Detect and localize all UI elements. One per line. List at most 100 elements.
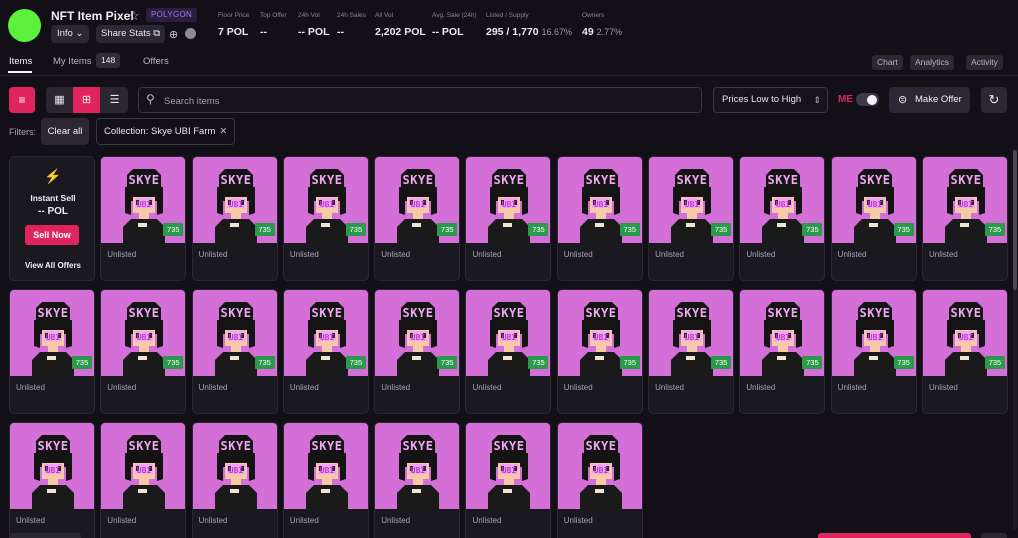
nft-card[interactable]: SKYE UBI 735 Unlisted: [100, 289, 187, 414]
rarity-badge: 735: [619, 356, 640, 369]
listing-status: Unlisted: [472, 516, 502, 525]
nft-card[interactable]: SKYE UBI 735 Unlisted: [556, 156, 643, 281]
bottom-right-button[interactable]: [981, 533, 1007, 538]
listing-status: Unlisted: [472, 383, 502, 392]
nft-card[interactable]: SKYE UBI 735 Unlisted: [739, 156, 826, 281]
filter-icon: ≡: [18, 93, 26, 107]
listing-status: Unlisted: [746, 383, 776, 392]
nft-card[interactable]: SKYE UBI Unlisted: [9, 422, 95, 538]
discord-icon[interactable]: [185, 28, 196, 39]
clear-all-button[interactable]: Clear all: [41, 118, 89, 145]
svg-text:UBI: UBI: [320, 466, 335, 475]
nft-card[interactable]: SKYE UBI 735 Unlisted: [830, 156, 917, 281]
listing-status: Unlisted: [198, 250, 228, 259]
svg-text:SKYE: SKYE: [494, 439, 525, 453]
listing-status: Unlisted: [928, 250, 958, 259]
tab-offers[interactable]: Offers: [143, 56, 169, 67]
globe-icon[interactable]: ⊕: [169, 28, 178, 41]
nft-card[interactable]: SKYE UBI 735 Unlisted: [282, 289, 369, 414]
list-view-button[interactable]: ☰: [101, 87, 128, 113]
nft-card[interactable]: SKYE UBI 735 Unlisted: [282, 156, 369, 281]
tab-items[interactable]: Items: [9, 56, 32, 67]
nft-card[interactable]: SKYE UBI Unlisted: [556, 422, 643, 538]
bottom-primary-button[interactable]: [818, 533, 971, 538]
refresh-button[interactable]: ↻: [981, 87, 1007, 113]
tab-analytics[interactable]: Analytics: [910, 55, 955, 70]
view-all-offers-link[interactable]: View All Offers: [10, 261, 96, 270]
grid-large-icon: ▦: [54, 94, 65, 106]
my-items-count-badge: 148: [96, 53, 121, 68]
stat-value: -- POL: [298, 26, 330, 38]
listing-status: Unlisted: [472, 250, 502, 259]
svg-text:SKYE: SKYE: [311, 173, 342, 187]
nft-card[interactable]: SKYE UBI 735 Unlisted: [100, 156, 187, 281]
tab-chart[interactable]: Chart: [872, 55, 903, 70]
nft-card[interactable]: SKYE UBI 735 Unlisted: [465, 289, 552, 414]
tab-activity[interactable]: Activity: [966, 55, 1003, 70]
sort-select[interactable]: Prices Low to High ⇕: [713, 87, 828, 113]
listing-status: Unlisted: [563, 383, 593, 392]
collection-name: NFT Item Pixel: [51, 9, 134, 23]
svg-text:SKYE: SKYE: [585, 173, 616, 187]
svg-text:SKYE: SKYE: [220, 439, 251, 453]
bottom-left-button[interactable]: [9, 533, 81, 538]
nft-image: SKYE UBI: [557, 423, 642, 509]
listing-status: Unlisted: [107, 250, 137, 259]
nft-card[interactable]: SKYE UBI 735 Unlisted: [374, 289, 461, 414]
divider: [0, 75, 1018, 76]
search-input[interactable]: [164, 94, 684, 108]
share-stats-button[interactable]: Share Stats ⧉: [96, 25, 166, 43]
svg-text:SKYE: SKYE: [768, 306, 799, 320]
rarity-badge: 735: [437, 356, 458, 369]
close-icon[interactable]: ✕: [219, 126, 227, 137]
nft-card[interactable]: SKYE UBI 735 Unlisted: [648, 289, 735, 414]
stat-all-vol: All Vol 2,202 POL: [375, 12, 426, 38]
star-icon[interactable]: ☆: [128, 8, 140, 24]
rarity-badge: 735: [163, 356, 184, 369]
svg-text:SKYE: SKYE: [129, 439, 160, 453]
nft-card[interactable]: SKYE UBI 735 Unlisted: [921, 156, 1008, 281]
instant-sell-card: ⚡ Instant Sell -- POL Sell Now View All …: [9, 156, 95, 281]
nft-card[interactable]: SKYE UBI Unlisted: [100, 422, 187, 538]
nft-card[interactable]: SKYE UBI 735 Unlisted: [556, 289, 643, 414]
scroll-thumb[interactable]: [1013, 150, 1017, 290]
rarity-badge: 735: [893, 223, 914, 236]
small-grid-view-button[interactable]: ⊞: [73, 87, 100, 113]
collection-filter-chip[interactable]: Collection: Skye UBI Farm ✕: [96, 118, 236, 145]
nft-card[interactable]: SKYE UBI 735 Unlisted: [374, 156, 461, 281]
items-grid: ⚡ Instant Sell -- POL Sell Now View All …: [9, 156, 1009, 538]
nft-card[interactable]: SKYE UBI Unlisted: [191, 422, 278, 538]
nft-card[interactable]: SKYE UBI Unlisted: [282, 422, 369, 538]
nft-card[interactable]: SKYE UBI Unlisted: [465, 422, 552, 538]
stat-label: Avg. Sale (24h): [432, 12, 477, 19]
instant-sell-title: Instant Sell: [30, 193, 76, 203]
sell-now-button[interactable]: Sell Now: [25, 225, 79, 245]
info-button[interactable]: Info ⌄: [51, 25, 90, 43]
svg-text:SKYE: SKYE: [859, 306, 890, 320]
filter-toggle-button[interactable]: ≡: [9, 87, 35, 113]
nft-card[interactable]: SKYE UBI 735 Unlisted: [191, 289, 278, 414]
scrollbar[interactable]: [1013, 150, 1017, 530]
nft-card[interactable]: SKYE UBI 735 Unlisted: [648, 156, 735, 281]
sort-value: Prices Low to High: [722, 94, 802, 105]
nft-card[interactable]: SKYE UBI 735 Unlisted: [9, 289, 95, 414]
rarity-badge: 735: [984, 223, 1005, 236]
tab-my-items[interactable]: My Items: [53, 56, 92, 67]
nft-card[interactable]: SKYE UBI 735 Unlisted: [739, 289, 826, 414]
nft-card[interactable]: SKYE UBI 735 Unlisted: [465, 156, 552, 281]
nft-card[interactable]: SKYE UBI 735 Unlisted: [921, 289, 1008, 414]
nft-card[interactable]: SKYE UBI 735 Unlisted: [191, 156, 278, 281]
stat-value: 49 2.77%: [582, 26, 622, 38]
nft-card[interactable]: SKYE UBI 735 Unlisted: [830, 289, 917, 414]
nft-card[interactable]: SKYE UBI Unlisted: [374, 422, 461, 538]
stat-owners: Owners 49 2.77%: [582, 12, 622, 38]
large-grid-view-button[interactable]: ▦: [46, 87, 73, 113]
marketplace-toggle[interactable]: [856, 93, 879, 106]
rarity-badge: 735: [437, 223, 458, 236]
svg-text:UBI: UBI: [867, 200, 882, 209]
rarity-badge: 735: [163, 223, 184, 236]
svg-text:SKYE: SKYE: [311, 439, 342, 453]
collection-header: NFT Item Pixel ☆ POLYGON Info ⌄ Share St…: [0, 0, 1018, 52]
stat-main-value: 295 / 1,770: [486, 26, 539, 38]
make-offer-button[interactable]: ⊜ Make Offer: [889, 87, 970, 113]
